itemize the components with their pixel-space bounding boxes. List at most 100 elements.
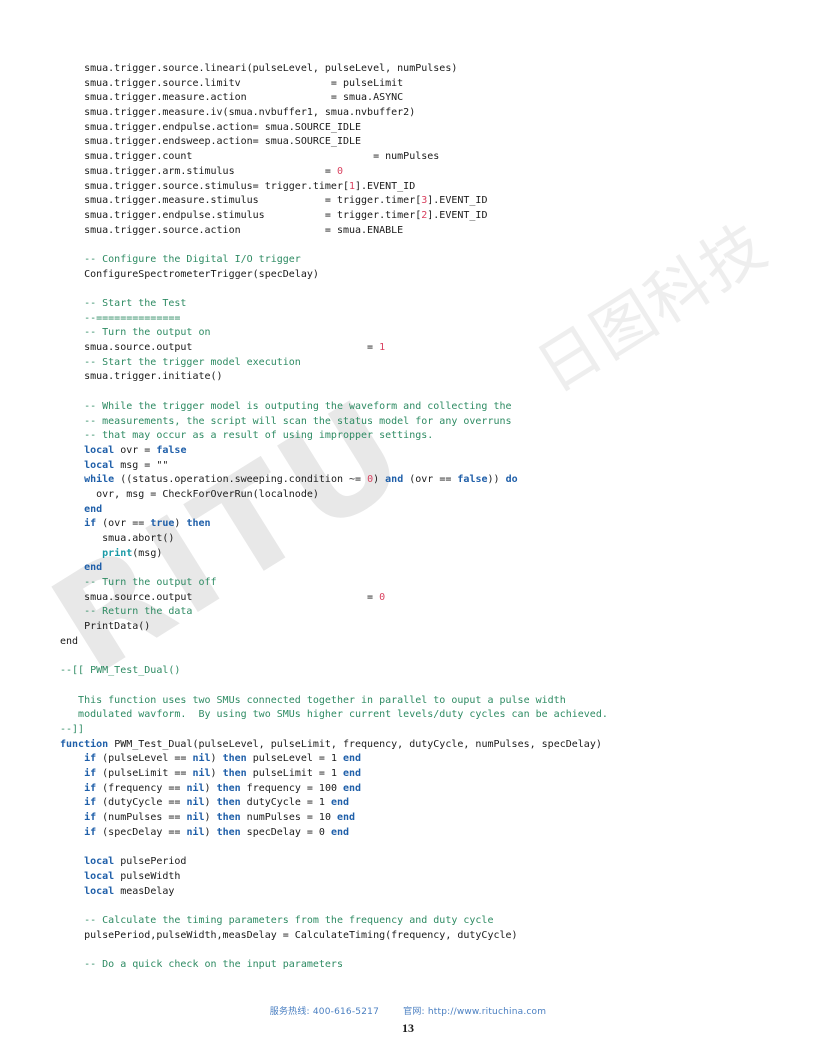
code-token: end (330, 826, 350, 838)
hotline-value: 400-616-5217 (312, 1007, 380, 1017)
code-token: -- measurements, the script will scan th… (60, 415, 512, 427)
code-line: smua.trigger.measure.stimulus = trigger.… (60, 194, 760, 209)
website-value[interactable]: http://www.rituchina.com (428, 1007, 546, 1017)
code-token: if (84, 782, 97, 794)
code-token: if (84, 768, 97, 779)
code-token: smua.trigger.source.action = smua.ENABLE (60, 224, 404, 236)
code-line: -- Configure the Digital I/O trigger (60, 253, 760, 268)
code-line: -- While the trigger model is outputing … (60, 400, 760, 415)
code-token: measDelay (114, 885, 175, 897)
code-token: smua.trigger.endpulse.stimulus = trigger… (60, 209, 422, 221)
code-line: while ((status.operation.sweeping.condit… (60, 473, 760, 488)
code-token: end (60, 635, 79, 647)
code-line: if (specDelay == nil) then specDelay = 0… (60, 826, 760, 841)
code-token: ) (204, 812, 217, 824)
code-line: -- Return the data (60, 605, 760, 620)
code-token: smua.trigger.measure.iv(smua.nvbuffer1, … (60, 107, 416, 119)
code-token: if (84, 812, 97, 824)
code-token: --[[ PWM_Test_Dual() (60, 665, 181, 677)
code-token: nil (192, 753, 211, 765)
code-token: This function uses two SMUs connected to… (60, 694, 566, 706)
code-token: if (84, 518, 97, 530)
code-line: smua.trigger.endpulse.stimulus = trigger… (60, 209, 760, 224)
code-line: if (ovr == true) then (60, 517, 760, 532)
code-token: smua.trigger.endpulse.action= smua.SOURC… (60, 121, 362, 133)
code-line: if (frequency == nil) then frequency = 1… (60, 782, 760, 797)
code-token: (specDelay == (96, 826, 187, 838)
code-line: ovr, msg = CheckForOverRun(localnode) (60, 488, 760, 503)
code-line: local measDelay (60, 885, 760, 900)
code-line: smua.trigger.count = numPulses (60, 150, 760, 165)
code-token: local (84, 856, 115, 868)
code-token: function (60, 738, 109, 750)
code-token: ].EVENT_ID (355, 180, 416, 192)
code-token: nil (186, 812, 205, 824)
code-token: numPulses = 10 (240, 812, 337, 824)
code-line: smua.trigger.measure.iv(smua.nvbuffer1, … (60, 106, 760, 121)
code-token: --============== (60, 312, 181, 324)
code-token: )) (487, 474, 506, 486)
footer-contact-line: 服务热线: 400-616-5217 官网: http://www.rituch… (0, 1004, 816, 1017)
code-line: This function uses two SMUs connected to… (60, 694, 760, 709)
code-line: ConfigureSpectrometerTrigger(specDelay) (60, 268, 760, 283)
code-token: -- While the trigger model is outputing … (60, 400, 512, 412)
code-token: frequency = 100 (240, 782, 344, 794)
code-line: print(msg) (60, 547, 760, 562)
code-line: smua.source.output = 0 (60, 591, 760, 606)
code-token: if (84, 753, 97, 765)
code-token: then (216, 812, 241, 824)
code-token: PWM_Test_Dual(pulseLevel, pulseLimit, fr… (108, 738, 602, 750)
code-token: ) (204, 826, 217, 838)
code-line: pulsePeriod,pulseWidth,measDelay = Calcu… (60, 929, 760, 944)
code-line: if (pulseLevel == nil) then pulseLevel =… (60, 752, 760, 767)
code-line: -- Start the trigger model execution (60, 356, 760, 371)
code-line: --============== (60, 312, 760, 327)
code-token: 0 (379, 591, 386, 603)
code-line: end (60, 503, 760, 518)
code-token: dutyCycle = 1 (240, 797, 331, 809)
code-token: smua.trigger.count = numPulses (60, 151, 440, 163)
code-line: end (60, 635, 760, 650)
code-line: --[[ PWM_Test_Dual() (60, 664, 760, 679)
code-line: smua.trigger.source.action = smua.ENABLE (60, 224, 760, 239)
code-token: then (222, 768, 247, 779)
code-token: (frequency == (96, 782, 187, 794)
page-number: 13 (402, 1021, 414, 1035)
code-token: ) (210, 753, 223, 765)
code-token: pulseLimit = 1 (246, 768, 343, 779)
code-token: 0 (336, 165, 343, 177)
code-token: -- Start the Test (60, 298, 187, 309)
code-token: ) (174, 518, 187, 530)
website-label: 官网: (403, 1007, 425, 1017)
code-line: smua.trigger.measure.action = smua.ASYNC (60, 91, 760, 106)
code-token: -- Return the data (60, 606, 193, 618)
code-line: -- Do a quick check on the input paramet… (60, 958, 760, 973)
code-token: ovr = (114, 444, 157, 456)
code-token: if (84, 797, 97, 809)
code-token: -- Calculate the timing parameters from … (60, 914, 494, 926)
page-footer: 服务热线: 400-616-5217 官网: http://www.rituch… (0, 1004, 816, 1036)
code-token: smua.trigger.arm.stimulus = (60, 165, 337, 177)
code-line: PrintData() (60, 620, 760, 635)
code-line: local msg = "" (60, 459, 760, 474)
code-line: local ovr = false (60, 444, 760, 459)
code-token: end (330, 797, 350, 809)
code-token: (ovr == (403, 474, 458, 486)
code-line: function PWM_Test_Dual(pulseLevel, pulse… (60, 738, 760, 753)
code-token: (numPulses == (96, 812, 187, 824)
hotline-label: 服务热线: (269, 1007, 310, 1017)
code-token: ) (204, 797, 217, 809)
code-token: smua.trigger.measure.action = smua.ASYNC (60, 92, 404, 104)
code-line: smua.trigger.arm.stimulus = 0 (60, 165, 760, 180)
code-token: then (186, 518, 211, 530)
